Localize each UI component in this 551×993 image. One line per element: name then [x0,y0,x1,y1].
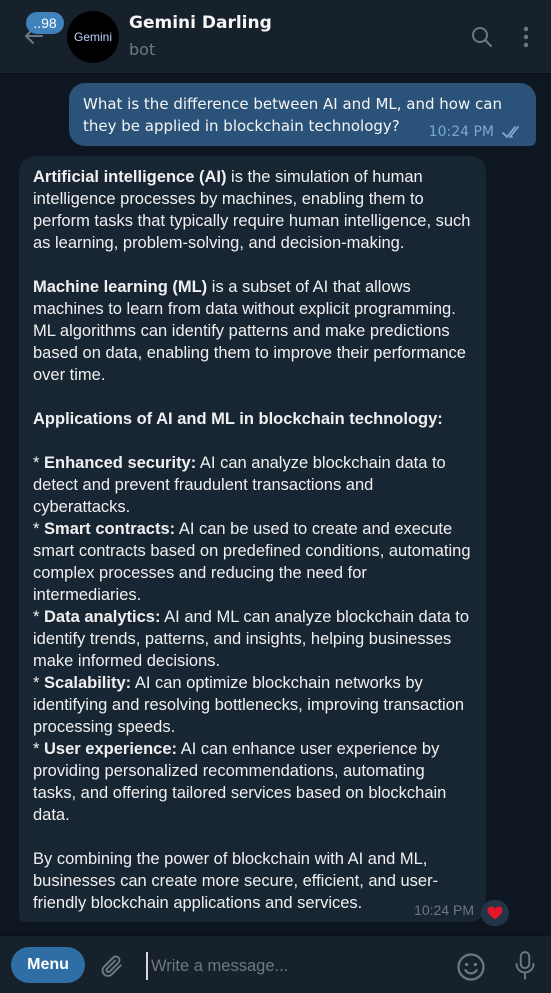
chat-window: ..98 Gemini Gemini Darling bot What is t… [0,0,551,993]
bullet-title: User experience: [44,740,178,758]
heart-icon [487,906,503,920]
message-input[interactable] [146,952,436,980]
microphone-icon[interactable] [512,950,538,982]
applications-list: * Enhanced security: AI can analyze bloc… [33,452,472,826]
double-check-icon [502,126,519,138]
term-ml: Machine learning (ML) [33,278,208,296]
search-icon[interactable] [470,25,494,49]
unread-count-badge: ..98 [26,12,64,34]
more-vert-icon[interactable] [514,25,538,49]
bullet-marker: * [33,608,45,626]
bullet-title: Scalability: [44,674,132,692]
incoming-message[interactable]: Artificial intelligence (AI) is the simu… [19,156,486,922]
bullet-title: Enhanced security: [44,454,197,472]
chat-title[interactable]: Gemini Darling [129,13,272,33]
applications-heading: Applications of AI and ML in blockchain … [33,408,472,430]
menu-button[interactable]: Menu [11,947,85,983]
conclusion-paragraph: By combining the power of blockchain wit… [33,850,439,912]
list-item: * Enhanced security: AI can analyze bloc… [33,452,472,518]
avatar[interactable]: Gemini [67,11,119,63]
list-item: * Scalability: AI can optimize blockchai… [33,672,472,738]
term-ai: Artificial intelligence (AI) [33,168,227,186]
message-composer: Menu [0,935,551,993]
bullet-title: Data analytics: [44,608,161,626]
outgoing-message-meta: 10:24 PM [429,124,524,140]
outgoing-message[interactable]: What is the difference between AI and ML… [69,83,536,146]
message-time: 10:24 PM [428,124,494,140]
bullet-marker: * [33,740,45,758]
attach-icon[interactable] [99,953,125,979]
list-item: * Data analytics: AI and ML can analyze … [33,606,472,672]
list-item: * Smart contracts: AI can be used to cre… [33,518,472,606]
chat-header: ..98 Gemini Gemini Darling bot [0,0,551,74]
applications-heading-text: Applications of AI and ML in blockchain … [33,410,443,428]
chat-subtitle: bot [129,40,156,59]
bullet-marker: * [33,454,45,472]
message-time: 10:24 PM [414,902,474,918]
bullet-marker: * [33,674,45,692]
paragraph-ai: Artificial intelligence (AI) is the simu… [33,166,472,254]
list-item: * User experience: AI can enhance user e… [33,738,472,826]
emoji-icon[interactable] [456,952,486,982]
bullet-marker: * [33,520,45,538]
paragraph-ml: Machine learning (ML) is a subset of AI … [33,276,472,386]
reaction-badge[interactable] [481,900,509,926]
incoming-message-text: Artificial intelligence (AI) is the simu… [33,166,472,914]
bullet-title: Smart contracts: [44,520,176,538]
